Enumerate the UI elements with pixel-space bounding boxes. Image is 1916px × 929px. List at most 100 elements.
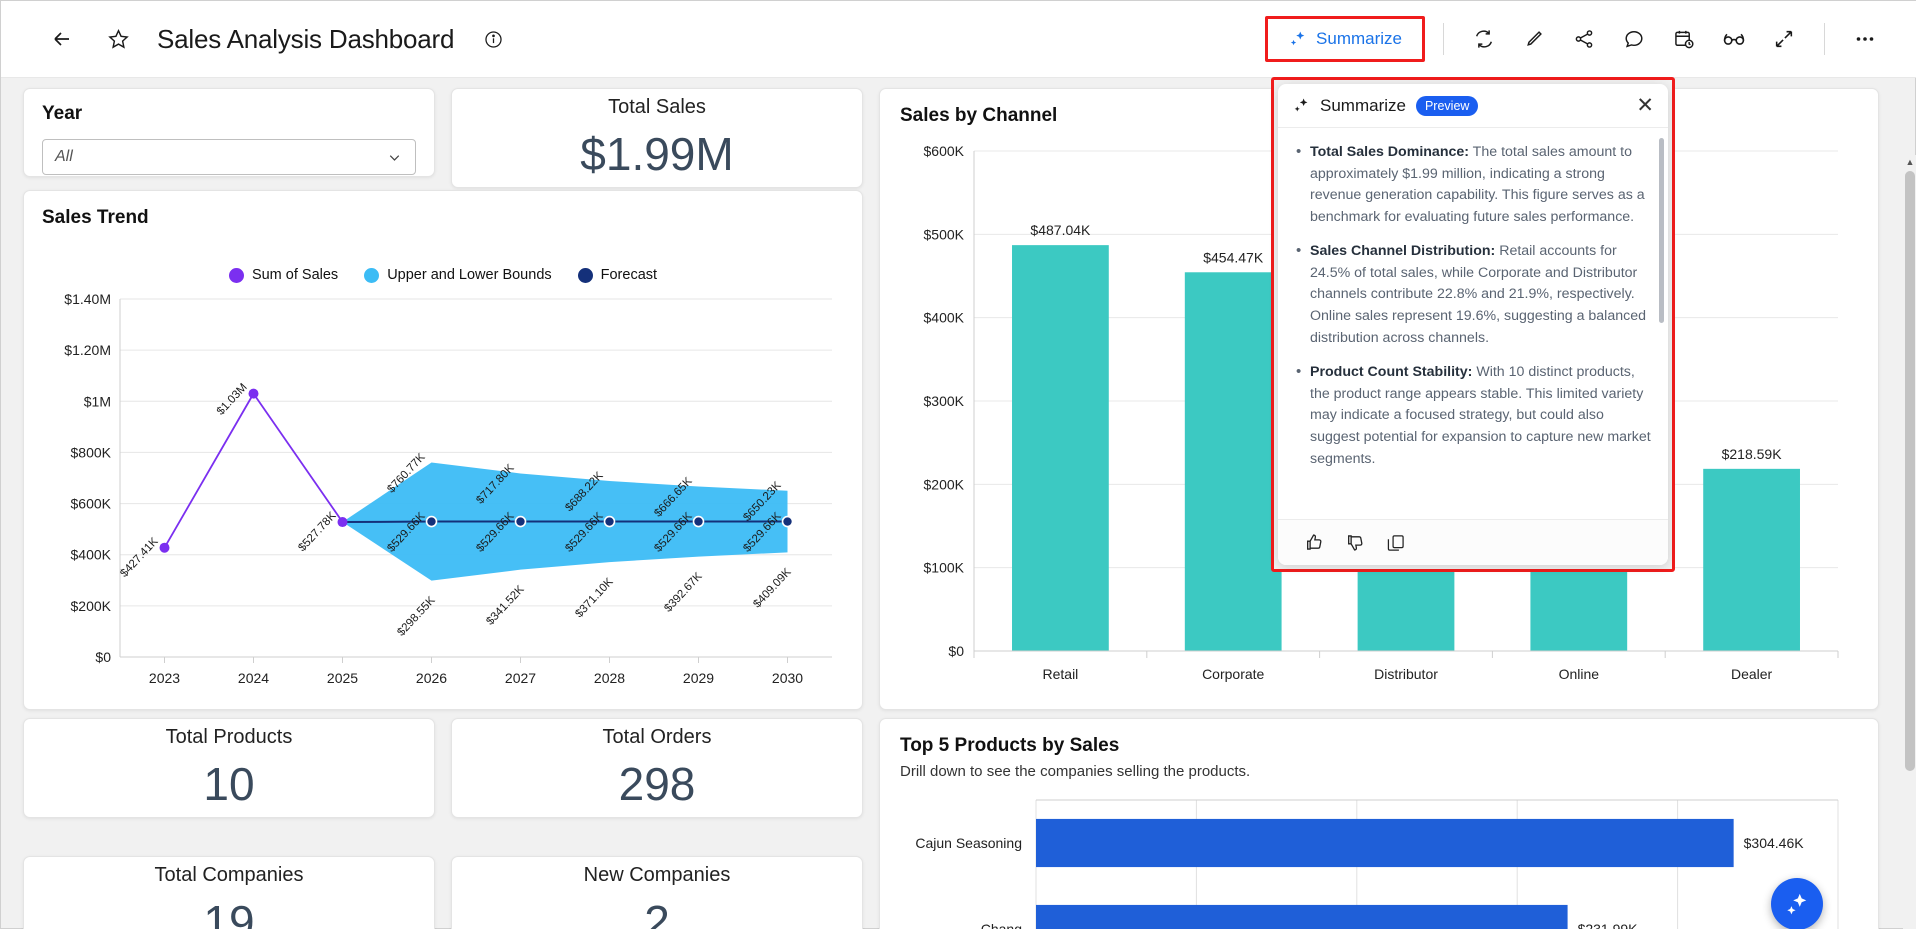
more-icon[interactable] (1843, 17, 1887, 61)
sparkle-icon (1288, 30, 1307, 49)
year-filter-card: Year All (23, 88, 435, 177)
kpi-label: Total Companies (155, 864, 304, 887)
legend-label: Forecast (601, 267, 657, 283)
kpi-value: $1.99M (580, 127, 733, 181)
summarize-bullet: Product Count Stability: With 10 distinc… (1294, 362, 1652, 470)
app-header: Sales Analysis Dashboard Summarize (1, 1, 1916, 78)
legend-item-bounds[interactable]: Upper and Lower Bounds (364, 267, 551, 283)
ai-assistant-fab[interactable] (1771, 878, 1823, 929)
data-label: $371.10K (573, 576, 616, 620)
summarize-panel-footer (1278, 519, 1668, 565)
summarize-bullet-heading: Total Sales Dominance: (1310, 144, 1469, 160)
preview-badge: Preview (1416, 96, 1478, 116)
top-products-card: Top 5 Products by Sales Drill down to se… (879, 718, 1879, 929)
kpi-label: Total Orders (603, 726, 712, 749)
legend-label: Upper and Lower Bounds (387, 267, 551, 283)
year-filter-label: Year (42, 103, 416, 125)
x-axis-tick-label: 2023 (149, 670, 180, 686)
summarize-panel-body: Total Sales Dominance: The total sales a… (1278, 128, 1668, 519)
kpi-label: Total Products (166, 726, 293, 749)
kpi-value: 298 (619, 757, 696, 811)
scrollbar-thumb[interactable] (1905, 171, 1915, 771)
kpi-new-companies: New Companies 2 (451, 856, 863, 929)
chevron-down-icon (386, 149, 403, 166)
x-axis-tick-label: Online (1559, 666, 1600, 682)
star-icon[interactable] (101, 22, 135, 56)
y-axis-tick-label: $0 (95, 649, 111, 665)
dashboard-app: Sales Analysis Dashboard Summarize (0, 0, 1916, 929)
x-axis-tick-label: Dealer (1731, 666, 1773, 682)
legend-label: Sum of Sales (252, 267, 338, 283)
x-axis-tick-label: 2027 (505, 670, 536, 686)
product-bar[interactable] (1036, 819, 1734, 867)
thumbs-down-icon[interactable] (1345, 532, 1366, 553)
sparkle-icon (1292, 97, 1310, 115)
top-products-subtitle: Drill down to see the companies selling … (900, 763, 1858, 780)
scroll-up-icon[interactable]: ▲ (1904, 155, 1916, 169)
kpi-value: 2 (644, 895, 670, 929)
schedule-icon[interactable] (1662, 17, 1706, 61)
channel-bar[interactable] (1012, 245, 1109, 651)
bar-value-label: $231.99K (1578, 921, 1639, 929)
data-label: $392.67K (662, 570, 705, 614)
summarize-bullet: Total Sales Dominance: The total sales a… (1294, 142, 1652, 228)
y-axis-tick-label: $1.40M (64, 291, 111, 307)
bar-value-label: $487.04K (1030, 222, 1091, 238)
y-axis-tick-label: $100K (924, 560, 965, 576)
channel-bar[interactable] (1703, 469, 1800, 651)
summarize-button-label: Summarize (1316, 29, 1402, 49)
view-glasses-icon[interactable] (1712, 17, 1756, 61)
kpi-label: Total Sales (608, 96, 706, 119)
x-axis-tick-label: 2024 (238, 670, 269, 686)
refresh-icon[interactable] (1462, 17, 1506, 61)
top-products-title: Top 5 Products by Sales (900, 735, 1858, 757)
summarize-bullet: Sales Channel Distribution: Retail accou… (1294, 241, 1652, 349)
x-axis-tick-label: 2030 (772, 670, 803, 686)
x-axis-tick-label: Distributor (1374, 666, 1438, 682)
kpi-value: 10 (203, 757, 254, 811)
y-axis-tick-label: $200K (71, 598, 112, 614)
back-arrow-icon[interactable] (45, 22, 79, 56)
y-axis-tick-label: $500K (924, 226, 965, 242)
share-icon[interactable] (1562, 17, 1606, 61)
legend-item-forecast[interactable]: Forecast (578, 267, 657, 283)
fullscreen-icon[interactable] (1762, 17, 1806, 61)
year-filter-select[interactable]: All (42, 139, 416, 175)
kpi-label: New Companies (584, 864, 731, 887)
y-axis-tick-label: Cajun Seasoning (915, 835, 1022, 851)
info-icon[interactable] (476, 22, 510, 56)
data-label: $409.09K (751, 566, 794, 610)
page-title: Sales Analysis Dashboard (157, 24, 454, 55)
product-bar[interactable] (1036, 905, 1568, 929)
thumbs-up-icon[interactable] (1304, 532, 1325, 553)
comment-icon[interactable] (1612, 17, 1656, 61)
edit-icon[interactable] (1512, 17, 1556, 61)
y-axis-tick-label: $600K (924, 143, 965, 159)
y-axis-tick-label: Chang (981, 921, 1022, 929)
y-axis-tick-label: $300K (924, 393, 965, 409)
sales-trend-plot: $0$200K$400K$600K$800K$1M$1.20M$1.40M202… (42, 289, 848, 699)
sales-trend-title: Sales Trend (42, 207, 844, 229)
data-label: $427.41K (118, 535, 161, 579)
x-axis-tick-label: Retail (1043, 666, 1079, 682)
summarize-scrollbar-thumb[interactable] (1659, 138, 1664, 323)
summarize-bullet-heading: Sales Channel Distribution: (1310, 243, 1495, 259)
kpi-total-companies: Total Companies 19 (23, 856, 435, 929)
x-axis-tick-label: Corporate (1202, 666, 1264, 682)
summarize-button[interactable]: Summarize (1282, 25, 1408, 53)
copy-icon[interactable] (1386, 533, 1406, 553)
summarize-bullet-heading: Product Count Stability: (1310, 364, 1472, 380)
channel-bar[interactable] (1185, 272, 1282, 651)
kpi-value: 19 (203, 895, 254, 929)
y-axis-tick-label: $400K (924, 310, 965, 326)
legend-swatch-icon (229, 268, 244, 283)
summarize-panel-header: Summarize Preview ✕ (1278, 84, 1668, 128)
kpi-total-products: Total Products 10 (23, 718, 435, 818)
vertical-scrollbar[interactable]: ▲ ▼ (1903, 155, 1916, 929)
kpi-total-orders: Total Orders 298 (451, 718, 863, 818)
close-icon[interactable]: ✕ (1636, 95, 1654, 116)
legend-item-sum-of-sales[interactable]: Sum of Sales (229, 267, 338, 283)
summarize-highlight-box: Summarize (1265, 16, 1425, 62)
y-axis-tick-label: $1.20M (64, 342, 111, 358)
legend-swatch-icon (578, 268, 593, 283)
